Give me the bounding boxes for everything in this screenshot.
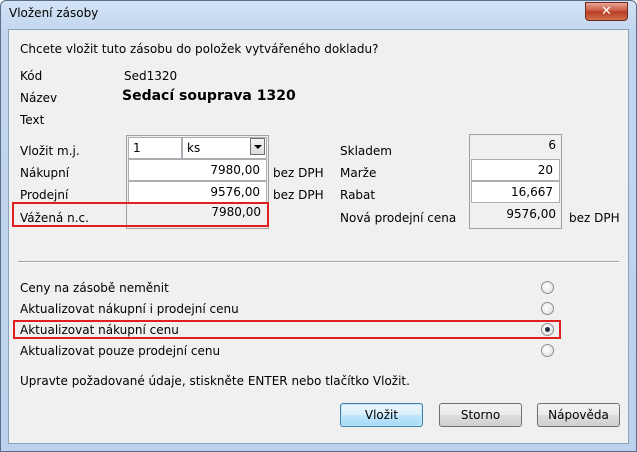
close-button[interactable]: ✕ (585, 2, 628, 21)
quantity-input[interactable]: 1 (128, 137, 182, 159)
dialog-window: Vložení zásoby ✕ Chcete vložit tuto záso… (0, 0, 637, 452)
title-bar[interactable]: Vložení zásoby ✕ (1, 1, 636, 27)
unit-select-value: ks (187, 141, 201, 155)
nakupni-input[interactable]: 7980,00 (128, 159, 267, 181)
nova-cena-value: 9576,00 (506, 207, 556, 221)
rabat-label: Rabat (340, 188, 376, 202)
option-highlight (13, 320, 561, 339)
close-icon: ✕ (601, 4, 612, 19)
cancel-button[interactable]: Storno (439, 403, 522, 427)
nova-cena-suffix: bez DPH (569, 211, 620, 225)
marze-label: Marže (340, 166, 377, 180)
insert-button[interactable]: Vložit (340, 403, 423, 427)
prodejni-suffix: bez DPH (273, 188, 324, 202)
nazev-value: Sedací souprava 1320 (122, 88, 296, 104)
option-label[interactable]: Aktualizovat nákupní i prodejní cenu (20, 302, 239, 316)
prodejni-label: Prodejní (20, 188, 69, 202)
dialog-body: Chcete vložit tuto zásobu do položek vyt… (8, 29, 629, 444)
option-radio[interactable] (541, 344, 554, 357)
nakupni-label: Nákupní (20, 166, 70, 180)
skladem-value: 6 (548, 138, 556, 152)
vlozit-label: Vložit m.j. (20, 144, 80, 158)
separator-line (18, 261, 619, 263)
hint-text: Upravte požadované údaje, stiskněte ENTE… (20, 374, 410, 388)
question-text: Chcete vložit tuto zásobu do položek vyt… (20, 42, 379, 56)
option-label[interactable]: Aktualizovat pouze prodejní cenu (20, 344, 220, 358)
chevron-down-icon (254, 145, 262, 149)
unit-dropdown-button[interactable] (250, 138, 265, 155)
option-radio[interactable] (541, 281, 554, 294)
vazena-highlight (12, 202, 269, 227)
nakupni-suffix: bez DPH (273, 166, 324, 180)
nova-cena-label: Nová prodejní cena (340, 211, 457, 225)
skladem-label: Skladem (340, 144, 392, 158)
help-button[interactable]: Nápověda (537, 403, 620, 427)
option-label[interactable]: Ceny na zásobě neměnit (20, 281, 169, 295)
nazev-label: Název (20, 91, 58, 105)
prodejni-input[interactable]: 9576,00 (128, 181, 267, 203)
marze-input[interactable]: 20 (471, 159, 560, 181)
kod-value: Sed1320 (124, 69, 178, 83)
text-label: Text (20, 113, 45, 127)
option-radio[interactable] (541, 302, 554, 315)
window-title: Vložení zásoby (9, 6, 99, 20)
rabat-input[interactable]: 16,667 (471, 181, 560, 203)
kod-label: Kód (20, 69, 43, 83)
